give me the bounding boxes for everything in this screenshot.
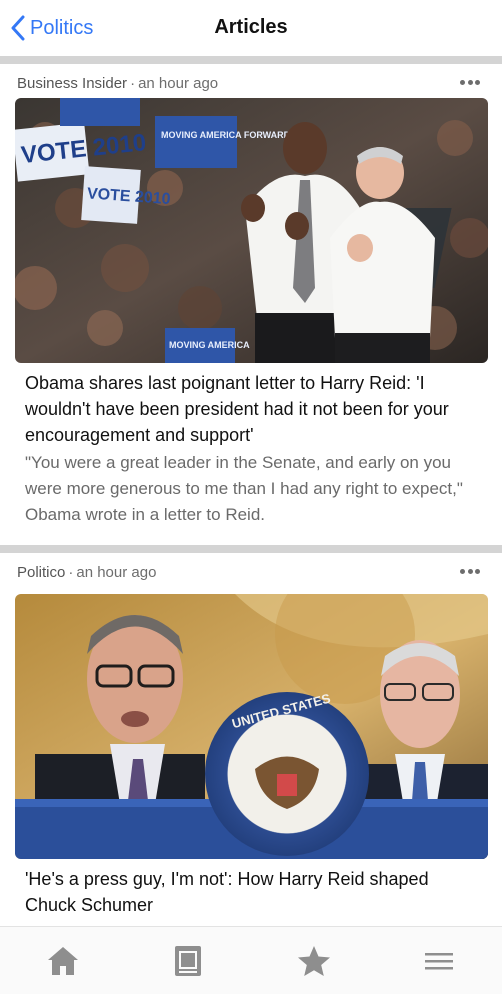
article-image[interactable]: VOTE 2010 MOVING AMERICA FORWARD VOTE 20… xyxy=(15,98,488,363)
tab-favorites[interactable] xyxy=(251,927,377,994)
tab-bar xyxy=(0,926,502,994)
rally-photo: VOTE 2010 MOVING AMERICA FORWARD VOTE 20… xyxy=(15,98,488,363)
article-card[interactable]: Politico · an hour ago UNITED STATES 'He… xyxy=(0,553,502,926)
sign-text: MOVING AMERICA xyxy=(169,340,250,350)
divider xyxy=(0,545,502,553)
page-title: Articles xyxy=(214,16,288,38)
article-headline[interactable]: 'He's a press guy, I'm not': How Harry R… xyxy=(25,866,480,918)
tab-articles[interactable] xyxy=(126,927,252,994)
tab-menu[interactable] xyxy=(377,927,502,994)
article-time: an hour ago xyxy=(76,564,157,581)
article-summary: "You were a great leader in the Senate, … xyxy=(25,453,463,524)
press-conference-photo: UNITED STATES xyxy=(15,594,488,859)
article-time: an hour ago xyxy=(138,75,219,92)
article-card[interactable]: Business Insider · an hour ago VOTE 2010… xyxy=(0,64,502,545)
article-source: Business Insider xyxy=(17,75,128,92)
article-headline[interactable]: Obama shares last poignant letter to Har… xyxy=(25,370,480,448)
more-options-button[interactable] xyxy=(460,80,480,86)
article-meta: Business Insider · an hour ago xyxy=(17,75,219,92)
sign-text: MOVING AMERICA FORWARD xyxy=(161,130,291,140)
star-icon xyxy=(297,945,330,976)
more-options-button[interactable] xyxy=(460,569,480,575)
article-meta: Politico · an hour ago xyxy=(17,564,157,581)
menu-icon xyxy=(425,952,454,969)
article-source: Politico xyxy=(17,564,66,581)
divider xyxy=(0,56,502,64)
nav-bar: Politics Articles xyxy=(0,0,502,56)
home-icon xyxy=(47,946,78,975)
article-image[interactable]: UNITED STATES xyxy=(15,594,488,859)
newspaper-icon xyxy=(175,945,202,976)
tab-home[interactable] xyxy=(0,927,126,994)
